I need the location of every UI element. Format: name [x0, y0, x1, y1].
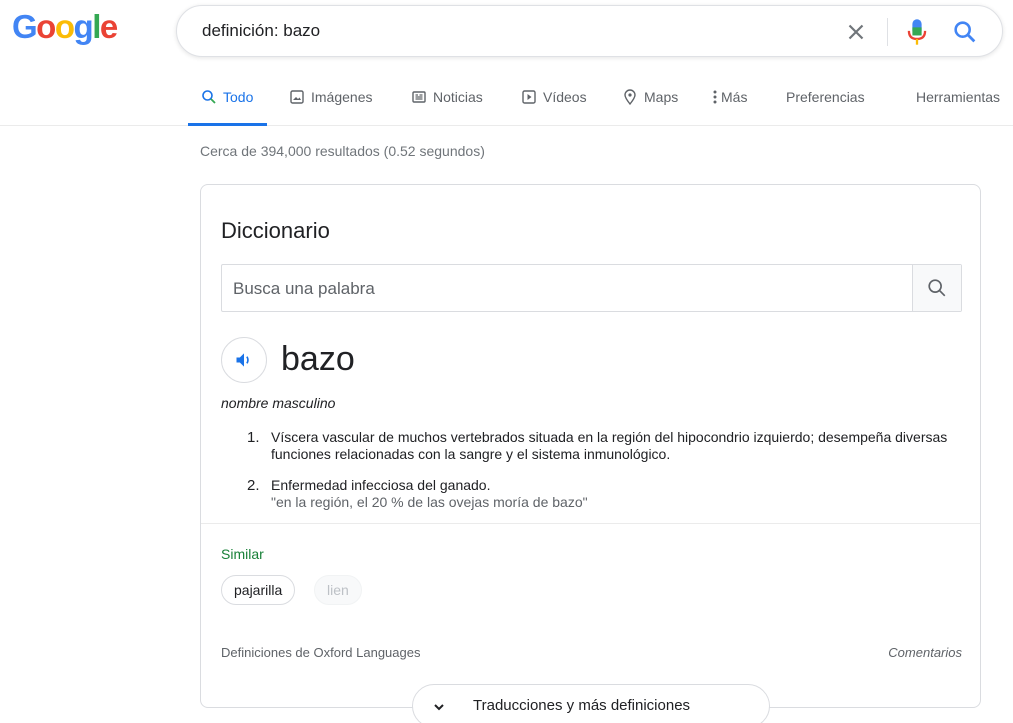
headword: bazo	[281, 340, 355, 378]
tab-noticias[interactable]: Noticias	[411, 86, 483, 126]
tab-herramientas[interactable]: Herramientas	[916, 86, 1000, 126]
more-definitions-label: Traducciones y más definiciones	[473, 697, 691, 714]
card-title: Diccionario	[221, 218, 330, 243]
logo-letter: l	[92, 8, 101, 45]
search-icon[interactable]	[951, 18, 979, 46]
similar-chip-pajarilla[interactable]: pajarilla	[221, 575, 296, 605]
close-icon[interactable]	[843, 19, 869, 45]
similar-label: Similar	[221, 546, 264, 562]
tab-label: Imágenes	[311, 89, 373, 105]
word-search-box[interactable]: Busca una palabra	[221, 264, 962, 312]
part-of-speech: nombre masculino	[221, 395, 336, 411]
definition-number: 2.	[247, 477, 260, 494]
more-definitions-button[interactable]: Traducciones y más definiciones	[412, 684, 770, 723]
search-bar[interactable]: definición: bazo	[176, 5, 1003, 57]
logo-letter: o	[36, 8, 56, 45]
tab-label: Noticias	[433, 89, 483, 105]
tab-label: Herramientas	[916, 89, 1001, 105]
tab-label: Vídeos	[543, 89, 587, 105]
tab-label: Preferencias	[786, 89, 865, 105]
feedback-link[interactable]: Comentarios	[888, 645, 962, 660]
definition-list: 1. Víscera vascular de muchos vertebrado…	[247, 429, 967, 511]
tab-mas[interactable]: Más	[712, 86, 747, 126]
source-attribution[interactable]: Definiciones de Oxford Languages	[221, 645, 420, 660]
logo-letter: G	[12, 8, 38, 45]
tab-preferencias[interactable]: Preferencias	[786, 86, 865, 126]
tab-label: Maps	[644, 89, 679, 105]
dictionary-card: Diccionario Busca una palabra bazo nombr…	[200, 184, 981, 708]
logo-letter: e	[99, 8, 118, 45]
tab-videos[interactable]: Vídeos	[521, 86, 587, 126]
speaker-icon	[236, 353, 249, 367]
logo-letter: o	[54, 8, 75, 45]
microphone-icon[interactable]	[903, 17, 931, 47]
chevron-down-icon	[434, 704, 444, 711]
search-input[interactable]: definición: bazo	[202, 21, 320, 41]
tab-maps[interactable]: Maps	[622, 86, 678, 126]
google-logo[interactable]: Google	[12, 8, 118, 46]
similar-chip-lien[interactable]: lien	[314, 575, 362, 605]
definition-text: Víscera vascular de muchos vertebrados s…	[271, 429, 948, 462]
pronunciation-button[interactable]	[221, 337, 267, 383]
search-divider	[887, 18, 888, 46]
card-divider	[201, 523, 980, 524]
word-search-button[interactable]	[912, 265, 961, 311]
definition-item: 1. Víscera vascular de muchos vertebrado…	[247, 429, 967, 463]
map-pin-icon	[624, 89, 636, 105]
tab-todo[interactable]: Todo	[187, 86, 268, 126]
definition-item: 2. Enfermedad infecciosa del ganado. "en…	[247, 477, 967, 511]
search-icon	[202, 90, 216, 104]
play-icon	[522, 90, 536, 104]
definition-example: "en la región, el 20 % de las ovejas mor…	[271, 494, 588, 510]
news-icon	[412, 91, 426, 103]
definition-text: Enfermedad infecciosa del ganado.	[271, 477, 491, 493]
search-tabs: Todo Imágenes Noticias Vídeos Maps Más P…	[0, 78, 1013, 126]
more-vert-icon	[713, 90, 717, 104]
word-search-input[interactable]: Busca una palabra	[233, 279, 375, 299]
tab-label: Todo	[223, 89, 254, 105]
image-icon	[290, 90, 304, 104]
definition-number: 1.	[247, 429, 260, 446]
tab-label: Más	[721, 89, 748, 105]
logo-letter: g	[73, 8, 94, 45]
result-stats: Cerca de 394,000 resultados (0.52 segund…	[200, 143, 485, 159]
search-icon	[928, 279, 946, 297]
tab-imagenes[interactable]: Imágenes	[289, 86, 372, 126]
